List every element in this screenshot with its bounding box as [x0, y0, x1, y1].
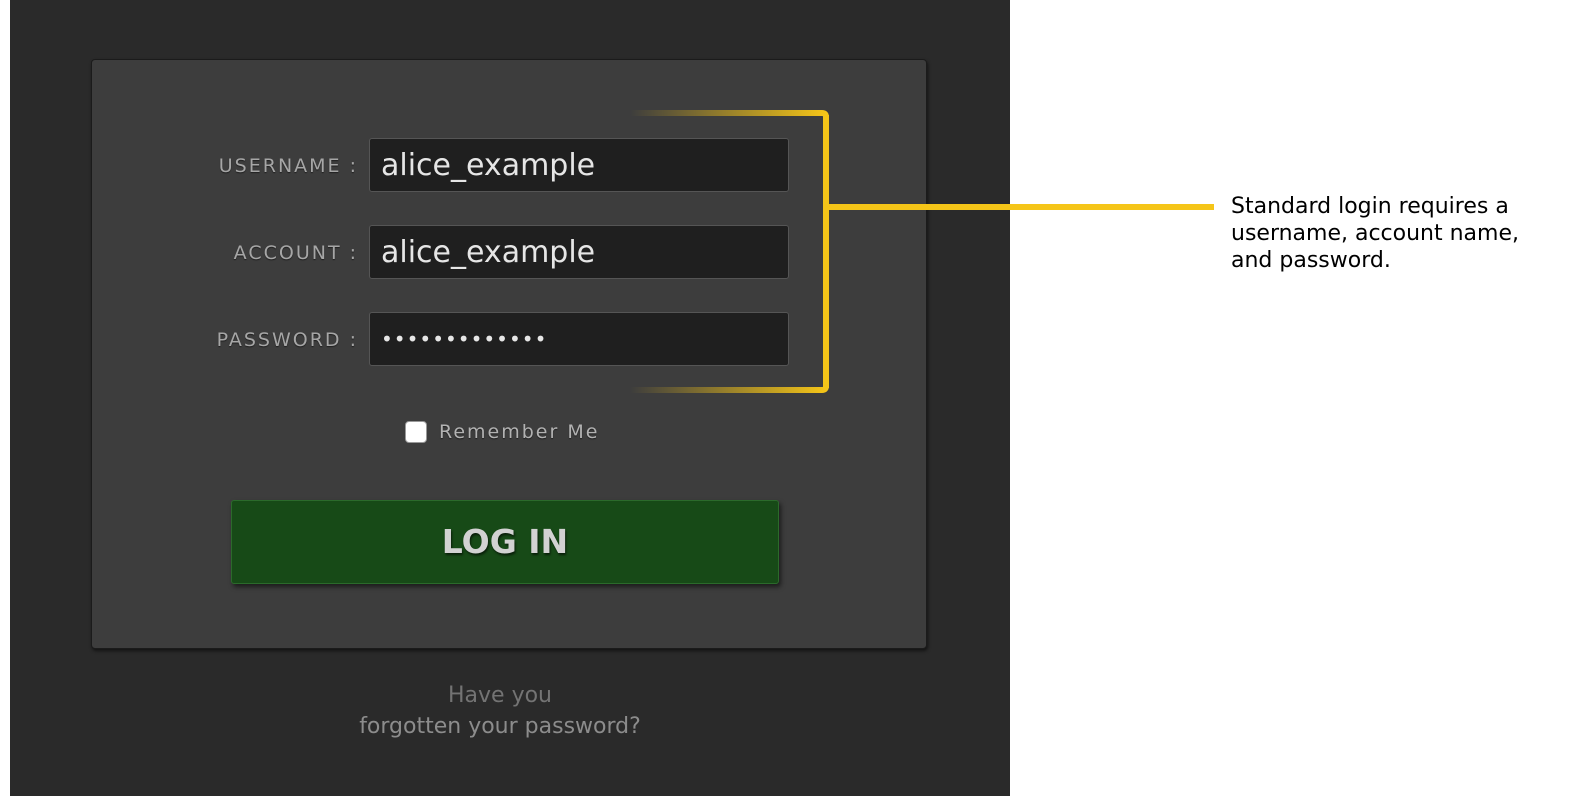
bracket-top-line: [630, 110, 829, 118]
bracket-bottom-line: [630, 385, 829, 393]
annotation-line: Standard login requires a: [1231, 194, 1509, 219]
annotation-note: Standard login requires a username, acco…: [1231, 193, 1571, 274]
annotation-line: username, account name,: [1231, 221, 1519, 246]
annotation-bracket: [630, 110, 1214, 393]
annotation-line: and password.: [1231, 248, 1391, 273]
